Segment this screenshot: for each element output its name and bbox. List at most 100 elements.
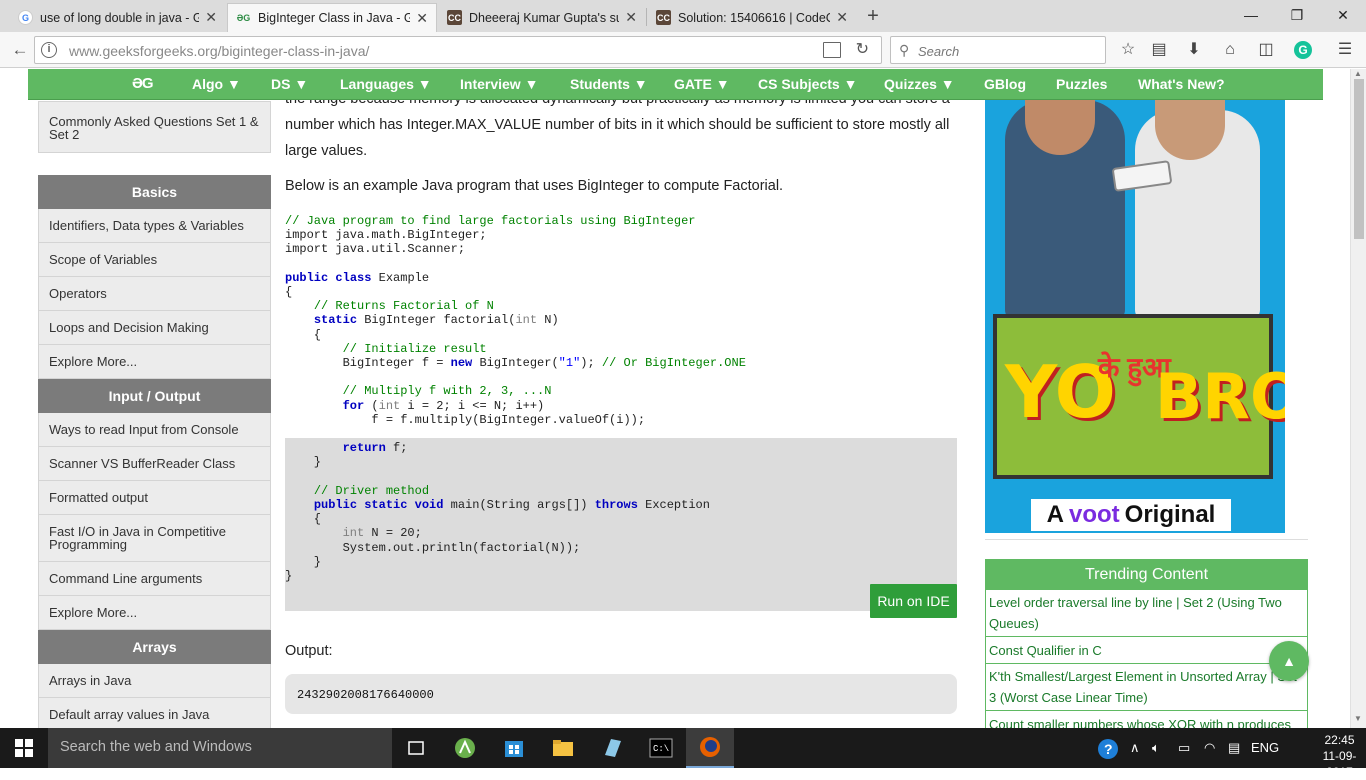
sidebar-item-scanner-vs-bufferreader[interactable]: Scanner VS BufferReader Class [38, 447, 271, 481]
pocket-icon[interactable]: ◫ [1255, 39, 1277, 61]
close-icon[interactable]: ✕ [205, 9, 217, 26]
tab-codechef-solution[interactable]: CC Solution: 15406616 | CodeCh ✕ [648, 3, 856, 32]
page-scrollbar[interactable]: ▲ ▼ [1350, 69, 1366, 729]
menu-icon[interactable]: ☰ [1334, 39, 1356, 61]
code-line: { [285, 327, 322, 342]
clock[interactable]: 22:45 11-09-2017 [1313, 732, 1366, 780]
cmd-glyph: C:\ [649, 738, 673, 758]
sidebar-item-loops[interactable]: Loops and Decision Making [38, 311, 271, 345]
wifi-icon[interactable]: ◠ [1204, 740, 1215, 756]
tab-strip: G use of long double in java - Go ✕ ƏG B… [0, 0, 1366, 32]
minimize-button[interactable]: — [1228, 0, 1274, 30]
nav-algo[interactable]: Algo ▼ [192, 76, 241, 92]
notes-app-icon[interactable] [588, 728, 636, 768]
navigation-toolbar: ← i www.geeksforgeeks.org/biginteger-cla… [0, 32, 1366, 68]
sidebar-heading-input-output: Input / Output [38, 379, 271, 413]
address-bar[interactable]: i www.geeksforgeeks.org/biginteger-class… [34, 36, 882, 64]
nav-cs-subjects[interactable]: CS Subjects ▼ [758, 76, 857, 92]
library-icon[interactable]: ▤ [1148, 39, 1170, 61]
command-prompt-icon[interactable]: C:\ [637, 728, 685, 768]
nav-whats-new[interactable]: What's New? [1138, 76, 1225, 92]
language-indicator[interactable]: ENG [1251, 740, 1279, 755]
gfg-logo[interactable]: ƏG [132, 75, 154, 92]
nav-puzzles[interactable]: Puzzles [1056, 76, 1107, 92]
info-icon[interactable]: i [41, 42, 57, 58]
tab-codechef-submissions[interactable]: CC Dheeeraj Kumar Gupta's sub ✕ [439, 3, 645, 32]
nav-languages[interactable]: Languages ▼ [340, 76, 432, 92]
task-view-glyph [408, 741, 424, 755]
article-body: the range because memory is allocated dy… [285, 69, 957, 729]
ad-title-right: BRO [1155, 360, 1285, 433]
svg-text:C:\: C:\ [653, 744, 669, 754]
sidebar-item-scope[interactable]: Scope of Variables [38, 243, 271, 277]
folder-glyph [553, 740, 573, 756]
grammarly-icon[interactable]: G [1294, 41, 1312, 59]
back-button[interactable]: ← [8, 38, 32, 62]
search-input[interactable]: ⚲ Search [890, 36, 1106, 64]
code-line: import java.util.Scanner; [285, 242, 466, 257]
sidebar-item-command-line[interactable]: Command Line arguments [38, 562, 271, 596]
nav-quizzes[interactable]: Quizzes ▼ [884, 76, 955, 92]
trending-item[interactable]: Count smaller numbers whose XOR with n p… [986, 712, 1307, 729]
close-window-button[interactable]: ✕ [1320, 0, 1366, 30]
trending-item[interactable]: Level order traversal line by line | Set… [986, 590, 1307, 637]
start-button[interactable] [0, 728, 48, 768]
code-line: // Initialize result [342, 341, 487, 356]
reload-icon[interactable]: ↻ [856, 39, 869, 59]
tab-biginteger[interactable]: ƏG BigInteger Class in Java - Gee ✕ [227, 3, 437, 32]
scrollbar-thumb[interactable] [1354, 79, 1364, 239]
search-icon: ⚲ [899, 42, 910, 58]
scroll-down-icon[interactable]: ▼ [1354, 714, 1362, 723]
reader-view-icon[interactable] [823, 42, 841, 58]
firefox-icon[interactable] [686, 728, 734, 768]
sidebar-item-explore-more-basics[interactable]: Explore More... [38, 345, 271, 379]
nav-gate[interactable]: GATE ▼ [674, 76, 730, 92]
code-line: static BigInteger factorial(int N) [313, 313, 559, 328]
sidebar-item-default-array-values[interactable]: Default array values in Java [38, 698, 271, 729]
taskbar-search[interactable]: Search the web and Windows [48, 728, 392, 768]
back-to-top-button[interactable]: ▲ [1269, 641, 1309, 681]
code-line: // Returns Factorial of N [313, 299, 494, 314]
file-explorer-icon[interactable] [539, 728, 587, 768]
trending-item[interactable]: K'th Smallest/Largest Element in Unsorte… [986, 664, 1307, 711]
tab-long-double[interactable]: G use of long double in java - Go ✕ [10, 3, 225, 32]
close-icon[interactable]: ✕ [625, 9, 637, 26]
nav-ds[interactable]: DS ▼ [271, 76, 308, 92]
run-on-ide-button[interactable]: Run on IDE [870, 584, 957, 618]
new-tab-button[interactable]: + [862, 4, 884, 28]
sidebar-item-commonly-asked[interactable]: Commonly Asked Questions Set 1 & Set 2 [38, 101, 271, 153]
sidebar-item-formatted-output[interactable]: Formatted output [38, 481, 271, 515]
close-icon[interactable]: ✕ [836, 9, 848, 26]
tab-divider [646, 8, 647, 26]
nav-gblog[interactable]: GBlog [984, 76, 1026, 92]
bookmark-star-icon[interactable]: ☆ [1117, 39, 1139, 61]
site-nav: ƏG Algo ▼ DS ▼ Languages ▼ Interview ▼ S… [28, 69, 1323, 100]
trending-item[interactable]: Const Qualifier in C [986, 638, 1307, 664]
help-icon[interactable]: ? [1097, 738, 1119, 763]
sidebar-item-explore-more-io[interactable]: Explore More... [38, 596, 271, 630]
notifications-icon[interactable]: ▤ [1228, 740, 1240, 756]
code-line: System.out.println(factorial(N)); [285, 540, 581, 555]
android-studio-icon[interactable] [441, 728, 489, 768]
store-icon[interactable] [490, 728, 538, 768]
google-icon: G [18, 10, 33, 25]
sidebar-item-read-input[interactable]: Ways to read Input from Console [38, 413, 271, 447]
home-icon[interactable]: ⌂ [1219, 39, 1241, 61]
chevron-up-icon[interactable]: ∧ [1130, 740, 1140, 756]
nav-interview[interactable]: Interview ▼ [460, 76, 538, 92]
code-line: import java.math.BigInteger; [285, 228, 487, 243]
battery-icon[interactable]: ▭ [1178, 740, 1190, 756]
output-label: Output: [285, 643, 333, 659]
scroll-up-icon[interactable]: ▲ [1354, 69, 1362, 78]
sidebar-item-operators[interactable]: Operators [38, 277, 271, 311]
sidebar-item-arrays-in-java[interactable]: Arrays in Java [38, 664, 271, 698]
task-view-icon[interactable] [392, 728, 440, 768]
volume-icon[interactable]: 🔈︎ [1152, 740, 1160, 756]
advertisement[interactable]: YO के हुआ BRO Avoot Original [985, 100, 1285, 533]
sidebar-item-fast-io[interactable]: Fast I/O in Java in Competitive Programm… [38, 515, 271, 562]
nav-students[interactable]: Students ▼ [570, 76, 648, 92]
close-icon[interactable]: ✕ [416, 10, 428, 27]
download-icon[interactable]: ⬇ [1183, 39, 1205, 61]
sidebar-item-identifiers[interactable]: Identifiers, Data types & Variables [38, 209, 271, 243]
restore-button[interactable]: ❐ [1274, 0, 1320, 30]
